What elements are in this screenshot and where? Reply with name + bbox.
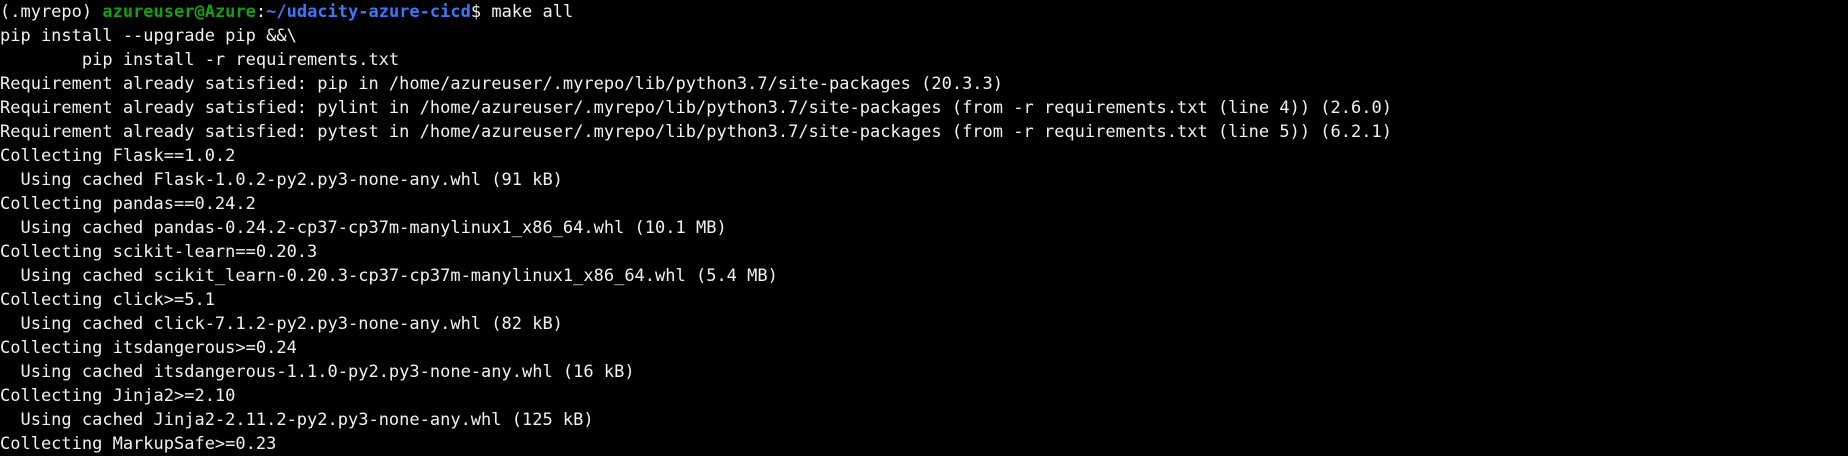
output-line: Using cached scikit_learn-0.20.3-cp37-cp… xyxy=(0,266,778,286)
output-line: Requirement already satisfied: pylint in… xyxy=(0,98,1392,118)
output-line: Using cached Flask-1.0.2-py2.py3-none-an… xyxy=(0,170,563,190)
output-line: Requirement already satisfied: pytest in… xyxy=(0,122,1392,142)
output-line: Using cached click-7.1.2-py2.py3-none-an… xyxy=(0,314,563,334)
output-line: pip install -r requirements.txt xyxy=(0,50,400,70)
user-host: azureuser@Azure xyxy=(102,2,256,22)
output-line: pip install --upgrade pip &&\ xyxy=(0,26,297,46)
prompt-separator: : xyxy=(255,2,267,22)
output-line: Collecting pandas==0.24.2 xyxy=(0,194,256,214)
output-line: Collecting click>=5.1 xyxy=(0,290,215,310)
venv-indicator: (.myrepo) xyxy=(0,2,103,22)
output-line: Collecting scikit-learn==0.20.3 xyxy=(0,242,318,262)
output-line: Requirement already satisfied: pip in /h… xyxy=(0,74,1004,94)
terminal-output: (.myrepo) azureuser@Azure:~/udacity-azur… xyxy=(0,0,1848,456)
working-directory: ~/udacity-azure-cicd xyxy=(266,2,471,22)
prompt-line: (.myrepo) azureuser@Azure:~/udacity-azur… xyxy=(0,0,1848,24)
output-line: Using cached pandas-0.24.2-cp37-cp37m-ma… xyxy=(0,218,727,238)
command-text: make all xyxy=(491,2,574,22)
output-line: Using cached itsdangerous-1.1.0-py2.py3-… xyxy=(0,362,635,382)
terminal-window[interactable]: (.myrepo) azureuser@Azure:~/udacity-azur… xyxy=(0,0,1848,456)
output-line: Collecting MarkupSafe>=0.23 xyxy=(0,434,277,454)
output-line: Collecting Flask==1.0.2 xyxy=(0,146,236,166)
prompt-symbol: $ xyxy=(470,2,492,22)
output-line: Collecting Jinja2>=2.10 xyxy=(0,386,236,406)
output-line: Using cached Jinja2-2.11.2-py2.py3-none-… xyxy=(0,410,594,430)
output-line: Collecting itsdangerous>=0.24 xyxy=(0,338,297,358)
